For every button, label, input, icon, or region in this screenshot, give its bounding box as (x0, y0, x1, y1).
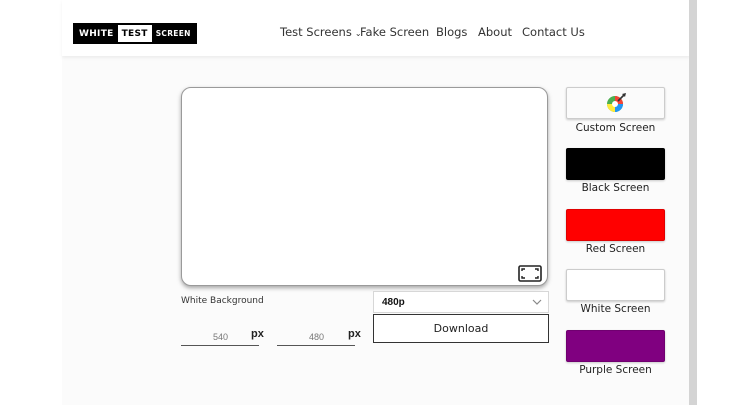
screen-preview[interactable] (181, 87, 548, 286)
swatch-black-screen[interactable] (566, 148, 665, 180)
width-unit-label: px (251, 328, 264, 340)
nav-about[interactable]: About (478, 25, 512, 39)
height-input[interactable] (268, 330, 324, 344)
chevron-down-icon (532, 299, 542, 305)
resolution-select[interactable]: 480p (373, 291, 549, 313)
swatch-purple-screen[interactable] (566, 330, 665, 362)
fullscreen-icon[interactable] (518, 265, 542, 282)
height-input-underline (277, 345, 355, 346)
swatch-label-custom: Custom Screen (575, 122, 656, 134)
resolution-selected-value: 480p (382, 296, 405, 308)
swatch-label-purple: Purple Screen (579, 364, 652, 376)
nav-blogs[interactable]: Blogs (436, 25, 467, 39)
swatch-label-black: Black Screen (581, 182, 650, 194)
download-button[interactable]: Download (373, 314, 549, 343)
logo-word-test: TEST (117, 25, 152, 42)
swatch-white-screen[interactable] (566, 269, 665, 301)
nav-contact-us[interactable]: Contact Us (522, 25, 585, 39)
background-color-label: White Background (181, 296, 264, 306)
swatch-label-red: Red Screen (585, 243, 646, 255)
swatch-red-screen[interactable] (566, 209, 665, 241)
nav-test-screens[interactable]: Test Screens ⌄ (280, 25, 362, 39)
width-input-underline (181, 345, 259, 346)
logo-word-screen: SCREEN (151, 25, 195, 42)
color-wheel-icon (606, 93, 626, 112)
nav-test-screens-label: Test Screens (280, 25, 352, 39)
width-input[interactable] (172, 330, 228, 344)
height-unit-label: px (348, 328, 361, 340)
nav-fake-screen[interactable]: Fake Screen (360, 25, 429, 39)
swatch-custom-screen[interactable] (566, 87, 665, 119)
logo-word-white: WHITE (75, 25, 118, 42)
page-scrollbar[interactable] (689, 0, 697, 405)
site-logo[interactable]: WHITE TEST SCREEN (73, 23, 197, 44)
swatch-label-white: White Screen (580, 303, 651, 315)
